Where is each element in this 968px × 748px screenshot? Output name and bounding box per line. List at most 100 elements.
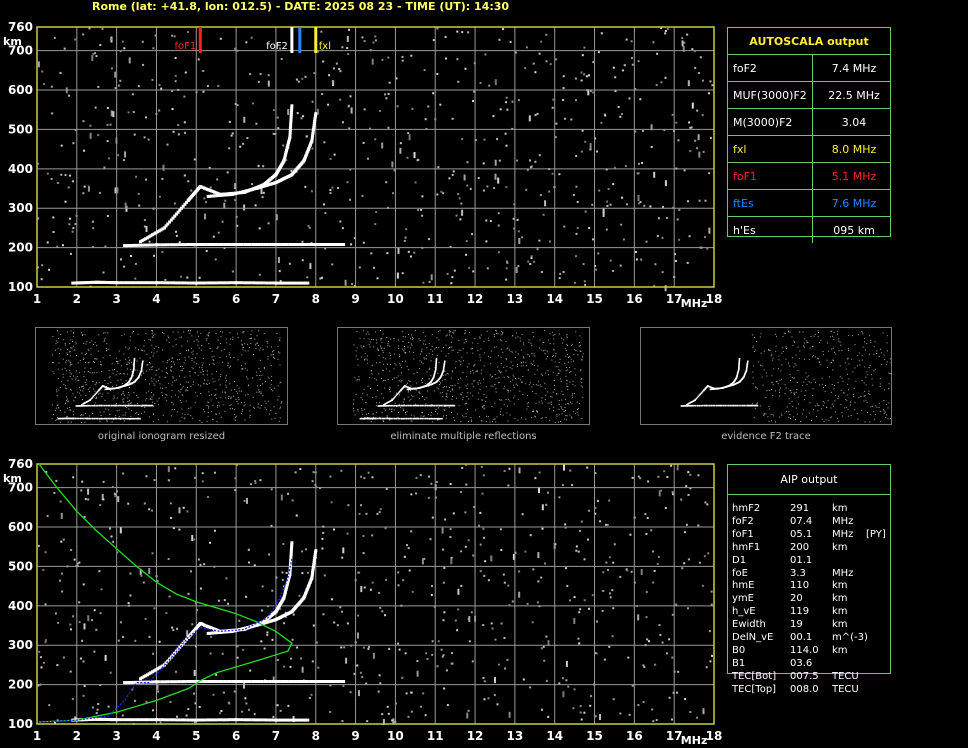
thumbnail-noise: [366, 359, 368, 361]
thumbnail-trace: [114, 417, 116, 420]
trace-point: [257, 243, 261, 246]
thumbnail-noise: [122, 401, 124, 403]
thumbnail-noise: [463, 342, 465, 344]
thumbnail-noise: [457, 352, 459, 353]
thumbnail-noise: [99, 411, 101, 413]
trace-point: [186, 281, 190, 285]
thumbnail-noise: [397, 375, 399, 377]
thumbnail-noise: [446, 392, 448, 394]
thumbnail-noise: [424, 335, 426, 337]
thumbnail-noise: [546, 350, 548, 352]
thumbnail-noise: [824, 390, 826, 392]
thumbnail-noise: [70, 347, 72, 349]
thumbnail-noise: [130, 415, 132, 417]
thumbnail-noise: [260, 371, 262, 373]
thumbnail-noise: [228, 367, 230, 369]
thumbnail-noise: [469, 332, 471, 333]
thumbnail-noise: [157, 419, 159, 421]
thumbnail-noise: [566, 333, 568, 335]
thumbnail-noise: [551, 356, 553, 357]
thumbnail-noise: [375, 331, 377, 333]
thumbnail-noise: [401, 367, 403, 369]
thumbnail-noise: [165, 387, 167, 389]
thumbnail-noise: [280, 406, 281, 408]
autoscala-param-value: 095 km: [833, 223, 875, 237]
thumbnail-noise: [175, 338, 177, 340]
thumbnail-noise: [768, 408, 770, 410]
thumbnail-noise: [228, 352, 230, 354]
thumbnail-noise: [803, 358, 805, 360]
trace-point: [137, 281, 141, 285]
thumbnail-trace: [714, 404, 716, 407]
thumbnail-noise: [237, 403, 239, 405]
aip-param-name: ymE: [732, 593, 754, 605]
thumbnail-noise: [573, 360, 574, 362]
thumbnail-noise: [495, 330, 497, 332]
trace-point: [283, 243, 286, 246]
profile-line: [40, 558, 293, 723]
thumbnail-noise: [463, 416, 465, 418]
trace-point: [214, 718, 218, 722]
thumbnail-noise: [151, 380, 153, 382]
thumbnail-noise: [490, 356, 491, 358]
thumbnail-noise: [521, 417, 523, 419]
trace-point: [311, 680, 315, 683]
thumbnail-noise: [507, 347, 509, 349]
thumbnail-trace: [726, 404, 728, 407]
thumbnail-noise: [780, 378, 782, 380]
thumbnail-noise: [63, 339, 65, 341]
thumbnail-noise: [404, 346, 405, 347]
aip-param-value: 008.0: [790, 683, 819, 695]
thumbnail-noise: [870, 406, 872, 408]
thumbnail-noise: [72, 393, 74, 395]
thumbnail-noise: [66, 399, 68, 401]
thumbnail-noise: [806, 376, 808, 378]
thumbnail-noise: [388, 345, 390, 347]
thumbnail-noise: [413, 373, 415, 375]
trace-point: [217, 718, 221, 722]
thumbnail-noise: [250, 338, 252, 339]
thumbnail-noise: [184, 417, 186, 419]
thumbnail-noise: [64, 344, 66, 346]
thumbnail-noise: [807, 342, 809, 343]
thumbnail-noise: [581, 378, 583, 379]
thumbnail-trace: [121, 404, 123, 407]
thumbnail-noise: [551, 331, 553, 333]
thumbnail-noise: [821, 377, 823, 379]
trace-point: [135, 281, 139, 285]
thumbnail-noise: [844, 407, 846, 409]
thumbnail-noise: [225, 381, 227, 383]
thumbnail-noise: [476, 370, 478, 372]
thumbnail-noise: [876, 406, 878, 408]
thumbnail-noise: [799, 331, 801, 333]
thumbnail-noise: [71, 378, 73, 380]
thumbnail-noise: [182, 370, 183, 372]
thumbnail-noise: [820, 364, 822, 366]
thumbnail-noise: [246, 376, 248, 378]
thumbnail-trace: [435, 357, 438, 360]
trace-point: [263, 680, 267, 683]
thumbnail-noise: [798, 357, 800, 359]
thumbnail-noise: [510, 351, 512, 353]
thumbnail-noise: [149, 369, 151, 371]
thumbnail-noise: [271, 346, 272, 348]
trace-point: [231, 680, 235, 683]
aip-param-unit: km: [832, 619, 848, 631]
thumbnail-noise: [263, 367, 265, 368]
thumbnail-noise: [827, 400, 829, 402]
thumbnail-noise: [184, 359, 186, 361]
thumbnail-noise: [523, 342, 525, 344]
thumbnail-noise: [122, 390, 124, 392]
thumbnail-trace: [93, 404, 96, 407]
thumbnail-noise: [145, 333, 147, 335]
thumbnail-noise: [171, 396, 173, 398]
thumbnail-trace: [76, 417, 78, 420]
trace-point: [260, 243, 264, 246]
trace-point: [135, 718, 139, 722]
thumbnail-noise: [789, 402, 791, 404]
thumbnail-noise: [481, 420, 483, 422]
thumbnail-noise: [809, 402, 811, 404]
thumbnail-noise: [566, 345, 568, 346]
thumbnail-noise: [815, 405, 817, 407]
thumbnail-noise: [190, 415, 192, 417]
